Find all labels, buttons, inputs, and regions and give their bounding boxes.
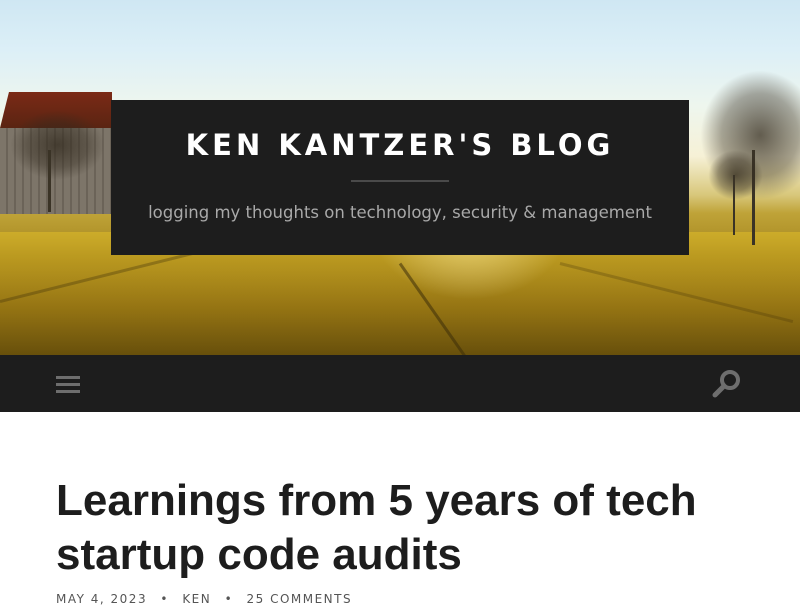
title-divider bbox=[351, 180, 449, 182]
post-author[interactable]: KEN bbox=[182, 592, 211, 606]
post-meta: MAY 4, 2023 • KEN • 25 COMMENTS bbox=[56, 592, 746, 606]
site-branding-box: KEN KANTZER'S BLOG logging my thoughts o… bbox=[111, 100, 689, 255]
nav-bar bbox=[0, 355, 800, 412]
post-title[interactable]: Learnings from 5 years of tech startup c… bbox=[56, 474, 746, 582]
post-article: Learnings from 5 years of tech startup c… bbox=[56, 474, 746, 606]
post-comments-link[interactable]: 25 COMMENTS bbox=[246, 592, 352, 606]
hamburger-menu-icon[interactable] bbox=[56, 374, 80, 394]
search-icon[interactable] bbox=[711, 368, 743, 400]
meta-separator: • bbox=[224, 592, 234, 606]
site-title[interactable]: KEN KANTZER'S BLOG bbox=[111, 100, 689, 162]
tree-left bbox=[10, 110, 105, 180]
header-banner: KEN KANTZER'S BLOG logging my thoughts o… bbox=[0, 0, 800, 355]
tree-right-small bbox=[708, 150, 763, 200]
site-tagline: logging my thoughts on technology, secur… bbox=[148, 203, 652, 222]
post-date[interactable]: MAY 4, 2023 bbox=[56, 592, 147, 606]
meta-separator: • bbox=[160, 592, 169, 606]
